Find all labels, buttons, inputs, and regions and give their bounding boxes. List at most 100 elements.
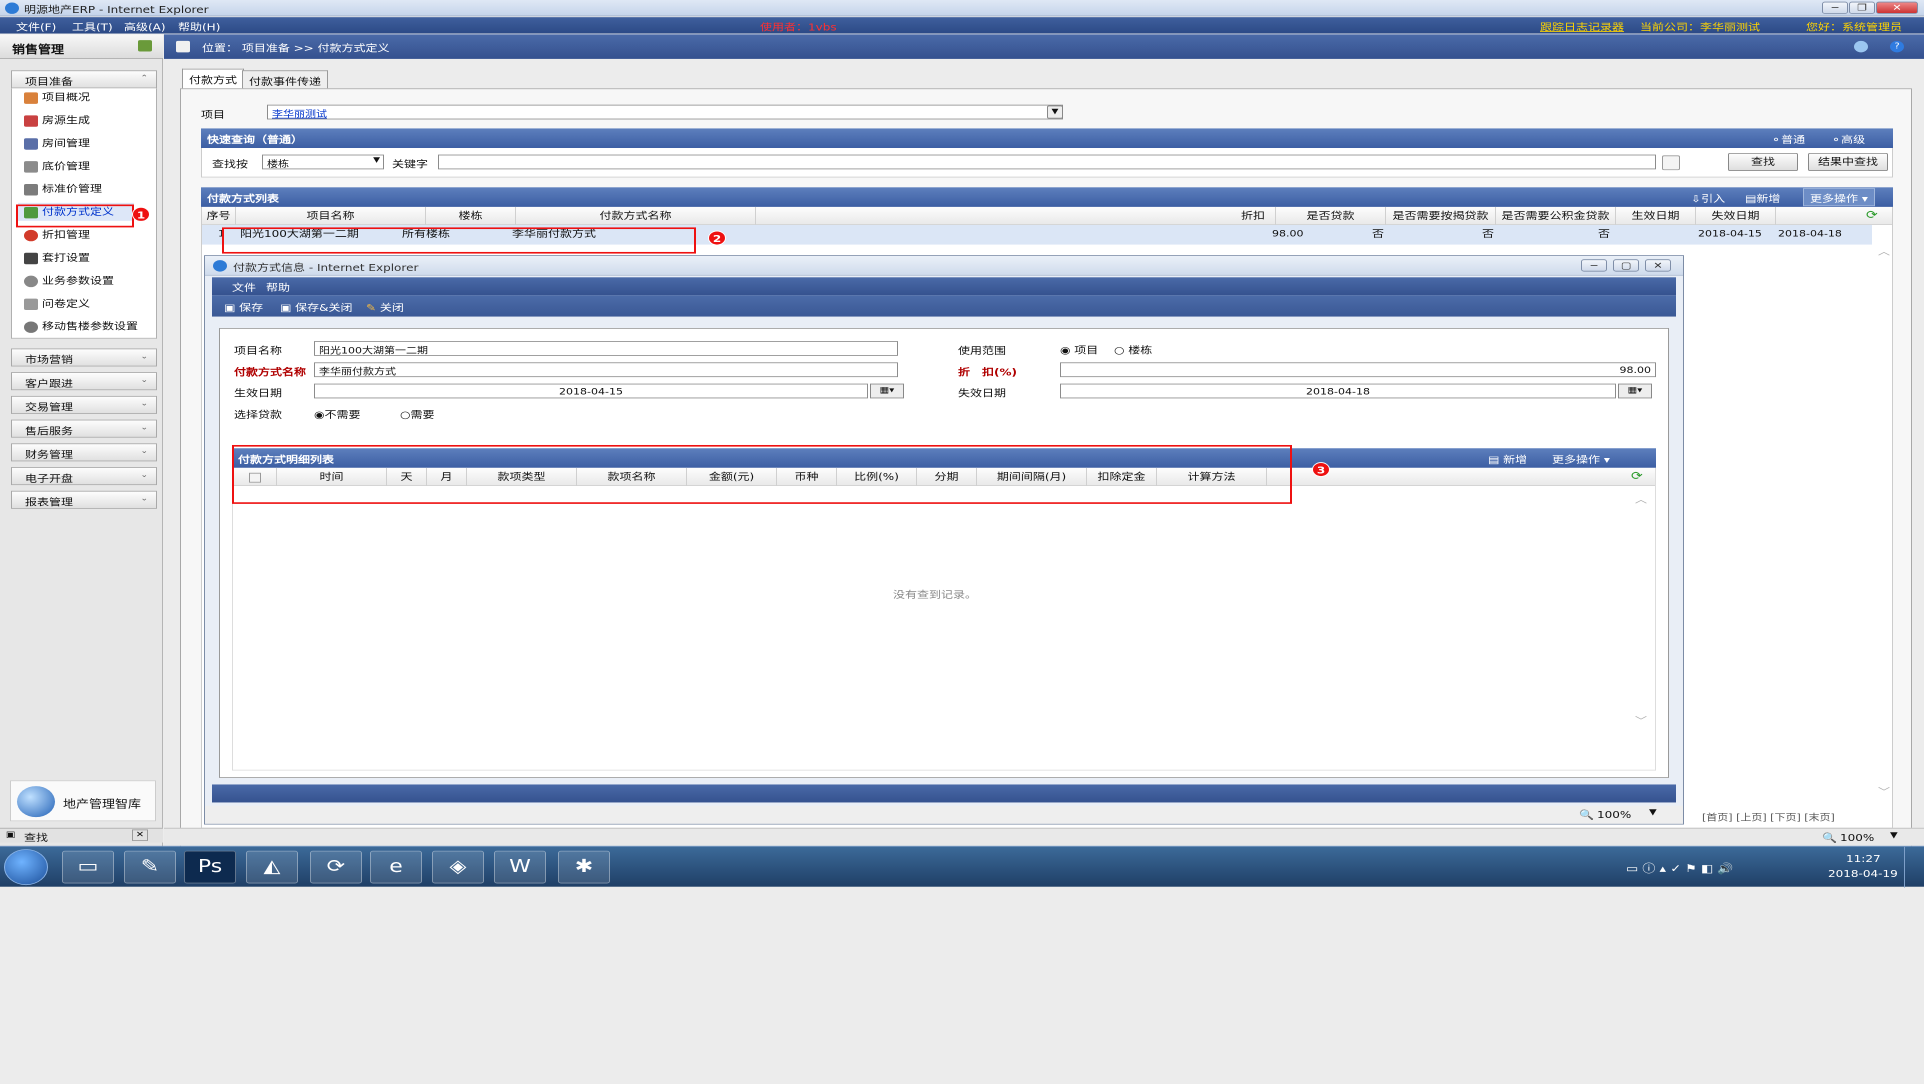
close-window-button[interactable]: ✕ bbox=[1876, 1, 1918, 14]
menu-file[interactable]: 文件(F) bbox=[16, 20, 56, 34]
group-after-sale[interactable]: 售后服务 ⌄ bbox=[11, 419, 157, 438]
sidebar-item-print-set[interactable]: 套打设置 bbox=[24, 249, 90, 267]
vertical-scrollbar[interactable]: ︿ ﹀ bbox=[1876, 245, 1892, 809]
photoshop-icon[interactable]: Ps bbox=[184, 850, 236, 884]
refresh-icon[interactable] bbox=[1854, 40, 1868, 53]
project-name-field[interactable]: 阳光100大湖第一二期 bbox=[314, 341, 898, 356]
help-icon[interactable]: ? bbox=[1890, 40, 1904, 53]
save-button[interactable]: ▣ 保存 bbox=[224, 300, 263, 314]
add-button[interactable]: ▤新增 bbox=[1745, 191, 1780, 205]
group-project-prep[interactable]: 项目准备 ⌃ bbox=[11, 70, 157, 89]
word-icon[interactable]: W bbox=[494, 850, 546, 884]
dialog-close-button[interactable]: ✕ bbox=[1645, 259, 1671, 272]
group-customer[interactable]: 客户跟进 ⌄ bbox=[11, 372, 157, 391]
dialog-minimize-button[interactable]: ─ bbox=[1581, 259, 1607, 272]
col-discount[interactable]: 折扣 bbox=[756, 206, 1276, 225]
app-red-icon[interactable]: ◭ bbox=[246, 850, 298, 884]
col-installment[interactable]: 分期 bbox=[917, 467, 977, 486]
search-button[interactable]: 查找 bbox=[1728, 152, 1798, 171]
col-currency[interactable]: 币种 bbox=[777, 467, 837, 486]
group-marketing[interactable]: 市场营销 ⌄ bbox=[11, 348, 157, 367]
logo-panel[interactable]: 地产管理智库 bbox=[10, 780, 156, 822]
close-button[interactable]: ✎ 关闭 bbox=[366, 300, 404, 314]
tray-icons[interactable]: ▭ ⓘ ▴ ✓ ⚑ ◧ 🔊 bbox=[1626, 860, 1734, 875]
save-close-button[interactable]: ▣ 保存&关闭 bbox=[280, 300, 353, 314]
select-all-checkbox[interactable] bbox=[233, 467, 277, 486]
col-amount[interactable]: 金额(元) bbox=[687, 467, 777, 486]
keyword-input[interactable] bbox=[438, 154, 1656, 170]
sidebar-item-params[interactable]: 业务参数设置 bbox=[24, 272, 114, 290]
switch-module-icon[interactable] bbox=[138, 40, 152, 52]
find-label[interactable]: 查找 bbox=[24, 830, 48, 844]
col-fund-loan[interactable]: 是否需要公积金贷款 bbox=[1496, 206, 1616, 225]
detail-add-button[interactable]: ▤ 新增 bbox=[1488, 452, 1527, 466]
col-start-date[interactable]: 生效日期 bbox=[1616, 206, 1696, 225]
chevron-down-icon[interactable]: ▼ bbox=[1890, 831, 1898, 840]
refresh-icon[interactable]: ⟳ bbox=[1631, 470, 1643, 483]
calendar-icon[interactable]: ▦▾ bbox=[870, 383, 904, 399]
col-seq[interactable]: 序号 bbox=[202, 206, 236, 225]
search-mode-advanced[interactable]: ⚬高级 bbox=[1831, 133, 1865, 147]
col-mortgage[interactable]: 是否需要按揭贷款 bbox=[1386, 206, 1496, 225]
col-day[interactable]: 天 bbox=[387, 467, 427, 486]
start-date-field[interactable]: 2018-04-15 bbox=[314, 383, 868, 399]
sidebar-item-discount[interactable]: 折扣管理 bbox=[24, 226, 90, 244]
calendar-icon[interactable]: ▦▾ bbox=[1618, 383, 1652, 399]
pay-name-field[interactable]: 李华丽付款方式 bbox=[314, 362, 898, 378]
explorer-icon[interactable]: ▭ bbox=[62, 850, 114, 884]
dialog-menu-help[interactable]: 帮助 bbox=[266, 281, 290, 295]
pager[interactable]: [首页] [上页] [下页] [末页] bbox=[1702, 811, 1835, 824]
clock-date[interactable]: 2018-04-19 bbox=[1828, 868, 1898, 879]
end-date-field[interactable]: 2018-04-18 bbox=[1060, 383, 1616, 399]
col-end-date[interactable]: 失效日期 bbox=[1696, 206, 1776, 225]
search-in-results-button[interactable]: 结果中查找 bbox=[1808, 152, 1888, 171]
menu-tools[interactable]: 工具(T) bbox=[72, 20, 113, 34]
find-close-icon[interactable]: ✕ bbox=[132, 829, 148, 841]
sidebar-item-mobile-params[interactable]: 移动售楼参数设置 bbox=[24, 317, 138, 335]
minimize-button[interactable]: ─ bbox=[1822, 1, 1848, 14]
scope-radio-project[interactable]: ◉ 项目 bbox=[1060, 343, 1098, 357]
scope-radio-building[interactable]: ○ 楼栋 bbox=[1114, 343, 1152, 357]
col-item-type[interactable]: 款项类型 bbox=[467, 467, 577, 486]
group-e-opening[interactable]: 电子开盘 ⌄ bbox=[11, 467, 157, 486]
col-deduct-deposit[interactable]: 扣除定金 bbox=[1087, 467, 1157, 486]
sidebar-item-project-overview[interactable]: 项目概况 bbox=[24, 88, 90, 106]
col-building[interactable]: 楼栋 bbox=[426, 206, 516, 225]
scroll-up-icon[interactable]: ︿ bbox=[1635, 492, 1647, 506]
col-project-name[interactable]: 项目名称 bbox=[236, 206, 426, 225]
search-icon[interactable] bbox=[1662, 155, 1680, 171]
import-button[interactable]: ⇩引入 bbox=[1691, 191, 1725, 205]
col-ratio[interactable]: 比例(%) bbox=[837, 467, 917, 486]
dialog-menu-file[interactable]: 文件 bbox=[232, 281, 256, 295]
col-item-name[interactable]: 款项名称 bbox=[577, 467, 687, 486]
sidebar-item-room-generate[interactable]: 房源生成 bbox=[24, 111, 90, 129]
col-time[interactable]: 时间 bbox=[277, 467, 387, 486]
col-calc-method[interactable]: 计算方法 bbox=[1157, 467, 1267, 486]
scroll-up-icon[interactable]: ︿ bbox=[1878, 245, 1890, 259]
loan-radio-no[interactable]: ◉不需要 bbox=[314, 407, 361, 421]
sync-icon[interactable]: ⟳ bbox=[310, 850, 362, 884]
tab-event-pass[interactable]: 付款事件传递 bbox=[242, 70, 329, 89]
clock-time[interactable]: 11:27 bbox=[1846, 853, 1881, 864]
home-icon[interactable] bbox=[176, 40, 190, 53]
chevron-down-icon[interactable]: ▼ bbox=[1047, 105, 1063, 119]
paw-icon[interactable]: ✱ bbox=[558, 850, 610, 884]
scroll-down-icon[interactable]: ﹀ bbox=[1878, 784, 1890, 798]
col-month[interactable]: 月 bbox=[427, 467, 467, 486]
detail-more-button[interactable]: 更多操作 ▾ bbox=[1552, 452, 1610, 466]
dialog-maximize-button[interactable]: ▢ bbox=[1613, 259, 1639, 272]
group-trade[interactable]: 交易管理 ⌄ bbox=[11, 395, 157, 414]
log-link[interactable]: 跟踪日志记录器 bbox=[1540, 20, 1624, 34]
pen-tool-icon[interactable]: ✎ bbox=[124, 850, 176, 884]
dialog-zoom[interactable]: 100% bbox=[1597, 809, 1631, 820]
tab-payment[interactable]: 付款方式 bbox=[182, 68, 245, 89]
loan-radio-yes[interactable]: ○需要 bbox=[400, 407, 435, 421]
sidebar-item-std-price[interactable]: 标准价管理 bbox=[24, 180, 102, 198]
restore-button[interactable]: ❐ bbox=[1849, 1, 1875, 14]
table-row[interactable]: 1 阳光100大湖第一二期 所有楼栋 李华丽付款方式 98.00 否 否 否 2… bbox=[202, 224, 1872, 245]
more-actions-button[interactable]: 更多操作 ▾ bbox=[1803, 188, 1875, 207]
sidebar-item-base-price[interactable]: 底价管理 bbox=[24, 157, 90, 175]
status-zoom[interactable]: 100% bbox=[1840, 832, 1874, 843]
col-is-loan[interactable]: 是否贷款 bbox=[1276, 206, 1386, 225]
group-reports[interactable]: 报表管理 ⌄ bbox=[11, 490, 157, 509]
